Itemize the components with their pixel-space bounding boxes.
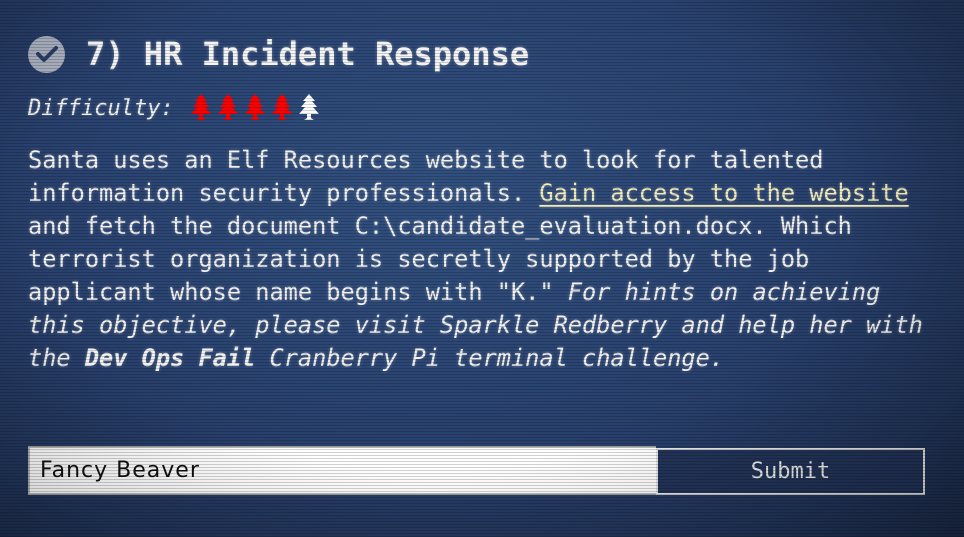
objective-panel: 7) HR Incident Response Difficulty: Sant… [28, 30, 928, 375]
difficulty-label: Difficulty: [28, 95, 174, 121]
tree-icon-filled [271, 94, 292, 120]
tree-icon-filled [244, 94, 265, 120]
tree-icon-filled [190, 94, 211, 120]
difficulty-trees [188, 93, 322, 123]
tree-icon-filled [217, 94, 238, 120]
answer-input[interactable] [28, 446, 656, 495]
terminal-challenge-name: Dev Ops Fail [84, 344, 256, 372]
submit-button[interactable]: Submit [656, 448, 925, 495]
difficulty-rating: Difficulty: [28, 90, 928, 126]
objective-header: 7) HR Incident Response [28, 30, 928, 78]
check-circle-icon [28, 35, 65, 73]
hint-text-end: Cranberry Pi terminal challenge. [255, 344, 725, 372]
objective-description: Santa uses an Elf Resources website to l… [28, 144, 938, 375]
objective-title: 7) HR Incident Response [86, 35, 530, 73]
tree-icon-empty [298, 94, 319, 120]
website-link[interactable]: Gain access to the website [539, 179, 908, 207]
answer-form: Submit [28, 446, 925, 495]
